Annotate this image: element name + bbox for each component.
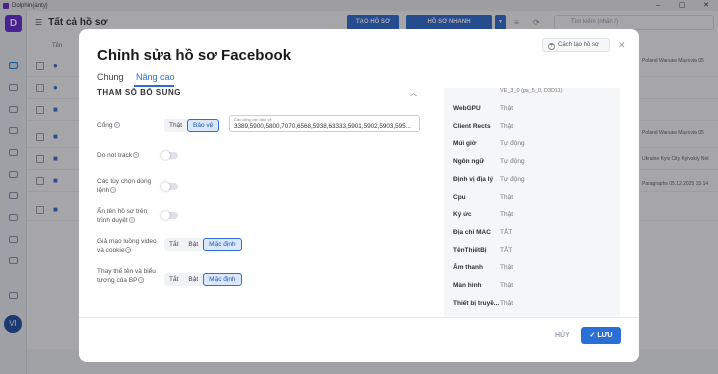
save-button[interactable]: ✓ LƯU bbox=[581, 327, 621, 344]
active-tab-indicator bbox=[134, 85, 174, 87]
summary-value: Thật bbox=[500, 300, 514, 307]
summary-value: TẮT bbox=[500, 229, 513, 236]
cmd-label: Các tùy chọn dòng lệnh? bbox=[97, 177, 157, 195]
ports-input[interactable]: Các cổng cần bảo vệ 3389,5900,5800,7070,… bbox=[229, 115, 420, 132]
tab-general[interactable]: Chung bbox=[97, 72, 124, 82]
section-title: THAM SỐ BỔ SUNG bbox=[97, 88, 181, 97]
save-label: LƯU bbox=[597, 332, 613, 339]
ports-label: Cổng? bbox=[97, 121, 157, 130]
summary-key: TênThiếtBị bbox=[453, 247, 487, 254]
bp-replace-toggle-group: Tắt Bật Mặc định bbox=[164, 273, 242, 286]
ports-label-text: Cổng bbox=[97, 122, 113, 129]
help-icon[interactable]: ? bbox=[138, 277, 145, 283]
check-icon: ✓ bbox=[589, 332, 596, 339]
help-icon[interactable]: ? bbox=[110, 187, 117, 193]
ports-field-caption: Các cổng cần bảo vệ bbox=[234, 117, 272, 122]
summary-value: Tự động bbox=[500, 158, 525, 165]
bp-replace-option-on[interactable]: Bật bbox=[183, 273, 203, 286]
hide-name-toggle[interactable] bbox=[161, 211, 178, 220]
edit-profile-modal: Chỉnh sửa hồ sơ Facebook + Cách tạo hồ sơ… bbox=[79, 29, 639, 362]
hide-name-label-text: Ẩn tên hồ sơ trên trình duyệt bbox=[97, 208, 148, 224]
modal-title: Chỉnh sửa hồ sơ Facebook bbox=[97, 47, 292, 64]
summary-key: Client Rects bbox=[453, 123, 491, 130]
bp-replace-option-default[interactable]: Mặc định bbox=[203, 273, 242, 286]
summary-key: Ký ức bbox=[453, 211, 472, 218]
summary-webgl-value: VE_3_0 (ps_5_0, D3D11) bbox=[500, 88, 563, 94]
modal-footer: HỦY ✓ LƯU bbox=[79, 317, 639, 362]
summary-value: Thật bbox=[500, 194, 514, 201]
close-icon[interactable]: ✕ bbox=[618, 40, 626, 51]
ports-toggle-group: Thật Bảo vệ bbox=[164, 119, 220, 132]
cancel-button[interactable]: HỦY bbox=[555, 332, 570, 339]
cmd-toggle[interactable] bbox=[161, 182, 178, 191]
summary-value: TẮT bbox=[500, 247, 513, 254]
help-icon[interactable]: ? bbox=[128, 217, 135, 223]
howto-label: Cách tạo hồ sơ bbox=[558, 42, 599, 48]
summary-value: Thật bbox=[500, 105, 514, 112]
plus-icon: + bbox=[548, 43, 555, 50]
summary-value: Thật bbox=[500, 282, 514, 289]
summary-key: Cpu bbox=[453, 194, 466, 201]
help-icon[interactable]: ? bbox=[133, 152, 140, 158]
video-spoof-label: Giả mạo luồng video và cookie? bbox=[97, 237, 157, 255]
summary-value: Thật bbox=[500, 211, 514, 218]
summary-key: Địa chỉ MAC bbox=[453, 229, 491, 236]
video-spoof-option-default[interactable]: Mặc định bbox=[203, 238, 242, 251]
dnt-label-text: Do not track bbox=[97, 152, 133, 159]
dnt-toggle[interactable] bbox=[161, 151, 178, 160]
chevron-up-icon[interactable]: ︿ bbox=[410, 88, 417, 98]
summary-key: WebGPU bbox=[453, 105, 481, 112]
profile-summary-panel: VE_3_0 (ps_5_0, D3D11) WebGPU Thật Client… bbox=[444, 88, 620, 317]
bp-replace-label-text: Thay thế tên và biểu tượng của BP bbox=[97, 268, 156, 284]
hide-name-label: Ẩn tên hồ sơ trên trình duyệt? bbox=[97, 207, 157, 225]
video-spoof-option-off[interactable]: Tắt bbox=[164, 238, 183, 251]
summary-key: Âm thanh bbox=[453, 264, 483, 271]
tab-advanced[interactable]: Nâng cao bbox=[136, 72, 175, 82]
bp-replace-label: Thay thế tên và biểu tượng của BP? bbox=[97, 267, 157, 285]
ports-option-protect[interactable]: Bảo vệ bbox=[187, 119, 220, 132]
summary-value: Thật bbox=[500, 123, 514, 130]
summary-key: Màn hình bbox=[453, 282, 482, 289]
summary-key: Múi giờ bbox=[453, 140, 477, 147]
summary-value: Tự động bbox=[500, 176, 525, 183]
video-spoof-option-on[interactable]: Bật bbox=[183, 238, 203, 251]
video-spoof-toggle-group: Tắt Bật Mặc định bbox=[164, 238, 242, 251]
help-icon[interactable]: ? bbox=[125, 247, 132, 253]
dnt-label: Do not track? bbox=[97, 151, 157, 160]
summary-value: Tự động bbox=[500, 140, 525, 147]
ports-option-real[interactable]: Thật bbox=[164, 119, 187, 132]
cmd-label-text: Các tùy chọn dòng lệnh bbox=[97, 178, 152, 194]
summary-key: Định vị địa lý bbox=[453, 176, 494, 183]
modal-content: THAM SỐ BỔ SUNG ︿ Cổng? Thật Bảo vệ Các … bbox=[79, 88, 639, 317]
help-icon[interactable]: ? bbox=[113, 122, 120, 128]
howto-button[interactable]: + Cách tạo hồ sơ bbox=[542, 38, 610, 52]
ports-field-value: 3389,5900,5800,7070,6568,5938,63333,5901… bbox=[234, 123, 411, 130]
summary-key: Ngôn ngữ bbox=[453, 158, 485, 165]
summary-key: Thiết bị truyề... bbox=[453, 300, 500, 307]
summary-value: Thật bbox=[500, 264, 514, 271]
bp-replace-option-off[interactable]: Tắt bbox=[164, 273, 183, 286]
